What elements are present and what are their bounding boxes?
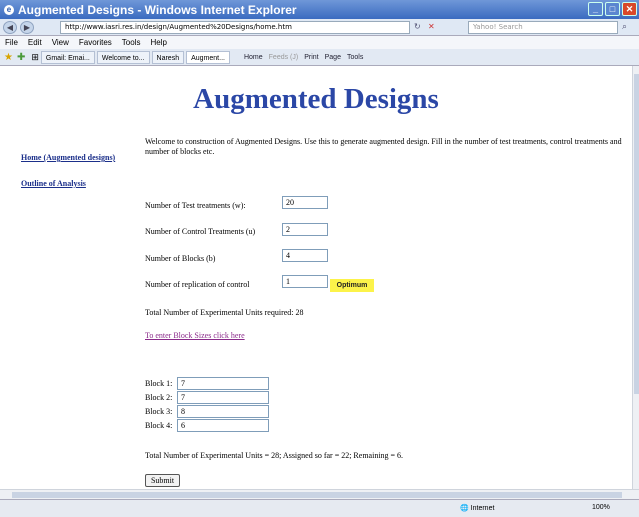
maximize-button[interactable]: □	[605, 2, 620, 16]
search-icon[interactable]: ⌕	[622, 22, 627, 32]
back-button[interactable]: ◀	[3, 20, 17, 34]
vertical-scroll-thumb[interactable]	[634, 74, 639, 394]
menu-edit[interactable]: Edit	[28, 38, 42, 47]
menu-favorites[interactable]: Favorites	[79, 38, 112, 47]
minimize-button[interactable]: _	[588, 2, 603, 16]
total-units-text: Total Number of Experimental Units requi…	[145, 308, 304, 317]
test-treatments-input[interactable]: 20	[282, 196, 328, 209]
tab-naresh[interactable]: Naresh	[151, 50, 185, 64]
refresh-icon[interactable]: ↻	[414, 22, 421, 31]
favorites-star-icon[interactable]: ★	[4, 52, 13, 63]
menu-help[interactable]: Help	[150, 38, 166, 47]
forward-button[interactable]: ▶	[20, 20, 34, 34]
block-4-input[interactable]: 6	[177, 419, 269, 432]
feeds-button[interactable]: Feeds (J)	[269, 54, 299, 61]
block-3-label: Block 3:	[145, 407, 173, 416]
tab-augmented[interactable]: Augment...	[186, 50, 230, 64]
url-field[interactable]: http://www.iasri.res.in/design/Augmented…	[60, 21, 410, 34]
blocks-label: Number of Blocks (b)	[145, 254, 216, 263]
horizontal-scroll-thumb[interactable]	[12, 492, 622, 498]
page-title: Augmented Designs	[193, 83, 439, 115]
block-2-input[interactable]: 7	[177, 391, 269, 404]
address-bar: ◀ ▶ http://www.iasri.res.in/design/Augme…	[0, 19, 639, 36]
tab-list-icon[interactable]: ⊞	[31, 52, 39, 63]
sidebar-link-outline[interactable]: Outline of Analysis	[21, 179, 86, 188]
menu-bar: File Edit View Favorites Tools Help	[0, 36, 639, 49]
ie-logo-icon: e	[4, 4, 14, 15]
window-titlebar: e Augmented Designs - Windows Internet E…	[0, 0, 639, 19]
block-sizes-link[interactable]: To enter Block Sizes click here	[145, 331, 245, 340]
control-treatments-input[interactable]: 2	[282, 223, 328, 236]
tab-welcome[interactable]: Welcome to...	[96, 50, 150, 64]
tab-bar: ★ ✚ ⊞ Gmail: Emai... Welcome to... Nares…	[0, 49, 639, 66]
page-content: Augmented Designs Welcome to constructio…	[0, 66, 632, 489]
block-1-input[interactable]: 7	[177, 377, 269, 390]
block-4-label: Block 4:	[145, 421, 173, 430]
stop-icon[interactable]: ✕	[428, 22, 435, 31]
intro-text: Welcome to construction of Augmented Des…	[145, 137, 622, 156]
block-3-input[interactable]: 8	[177, 405, 269, 418]
block-2-label: Block 2:	[145, 393, 173, 402]
menu-view[interactable]: View	[52, 38, 69, 47]
search-input[interactable]: Yahoo! Search	[468, 21, 618, 34]
internet-zone-indicator: 🌐 Internet	[460, 505, 495, 512]
tools-button[interactable]: Tools	[347, 54, 363, 61]
page-button[interactable]: Page	[325, 54, 341, 61]
home-button[interactable]: Home	[244, 54, 263, 61]
horizontal-scrollbar[interactable]	[0, 489, 639, 499]
blocks-input[interactable]: 4	[282, 249, 328, 262]
sidebar-link-home[interactable]: Home (Augmented designs)	[21, 153, 115, 162]
submit-button[interactable]: Submit	[145, 474, 180, 487]
zoom-level[interactable]: 100%	[592, 504, 610, 511]
control-treatments-label: Number of Control Treatments (u)	[145, 227, 256, 236]
close-button[interactable]: ✕	[622, 2, 637, 16]
menu-tools[interactable]: Tools	[122, 38, 141, 47]
test-treatments-label: Number of Test treatments (w):	[145, 201, 246, 210]
optimum-button[interactable]: Optimum	[330, 279, 374, 292]
block-1-label: Block 1:	[145, 379, 173, 388]
status-bar: 🌐 Internet 100%	[0, 499, 639, 517]
tab-gmail[interactable]: Gmail: Emai...	[40, 50, 95, 64]
window-title: Augmented Designs - Windows Internet Exp…	[18, 2, 297, 17]
replication-label: Number of replication of control	[145, 280, 250, 289]
replication-input[interactable]: 1	[282, 275, 328, 288]
menu-file[interactable]: File	[5, 38, 18, 47]
add-favorite-icon[interactable]: ✚	[17, 52, 25, 63]
summary-text: Total Number of Experimental Units = 28;…	[145, 451, 404, 460]
vertical-scrollbar[interactable]	[632, 66, 639, 489]
print-button[interactable]: Print	[304, 54, 318, 61]
